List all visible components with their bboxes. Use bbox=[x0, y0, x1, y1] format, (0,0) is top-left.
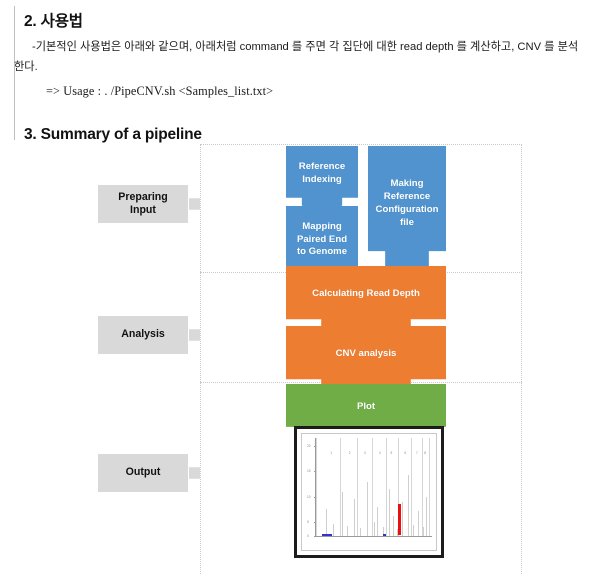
data-spike bbox=[407, 475, 409, 536]
data-spike bbox=[360, 528, 362, 536]
data-spike bbox=[367, 482, 369, 536]
section-2-heading: 2. 사용법 bbox=[24, 13, 83, 30]
data-spike bbox=[347, 526, 349, 536]
process-label: Calculating Read Depth bbox=[312, 287, 420, 299]
data-spike bbox=[401, 501, 403, 536]
y-axis-tick-mark bbox=[314, 536, 316, 537]
y-axis-tick-label: 5 bbox=[307, 520, 309, 525]
y-axis-tick-label: 0 bbox=[307, 534, 309, 538]
chromosome-separator bbox=[371, 438, 373, 536]
data-spike bbox=[422, 527, 424, 536]
chromosome-label: 3 bbox=[363, 451, 366, 455]
chromosome-separator bbox=[385, 438, 387, 536]
band-preparing-input bbox=[200, 144, 522, 272]
y-axis-tick-mark bbox=[314, 471, 316, 473]
stage-label-box: Preparing Input bbox=[98, 185, 188, 223]
pipeline-diagram: Reference Indexing Making Reference Configu… bbox=[200, 144, 522, 574]
data-spike bbox=[333, 524, 335, 536]
chromosome-label: 6 bbox=[404, 451, 407, 455]
process-label: Plot bbox=[356, 400, 376, 412]
result-plot-figure: 1 2 3 4 5 6 7 8 20 15 10 5 0 bbox=[294, 426, 444, 558]
stage-preparing-input: Preparing Input bbox=[98, 185, 215, 223]
process-label: Making Reference Configuration file bbox=[375, 178, 439, 228]
chromosome-label: 7 bbox=[416, 451, 418, 455]
stage-label-line2: Input bbox=[130, 204, 156, 216]
data-spike bbox=[426, 496, 428, 536]
chromosome-separator bbox=[316, 438, 317, 536]
data-spike bbox=[377, 506, 379, 536]
chromosome-label: 5 bbox=[390, 451, 393, 455]
deletion-marker bbox=[383, 534, 386, 536]
data-spike bbox=[418, 510, 420, 536]
section-2-paragraph: -기본적인 사용법은 아래와 같으며, 아래처럼 command 를 주면 각 … bbox=[14, 41, 579, 73]
plot-axes-area: 1 2 3 4 5 6 7 8 20 15 10 5 0 bbox=[307, 438, 432, 538]
duplication-marker bbox=[398, 503, 402, 535]
chromosome-separator bbox=[411, 438, 413, 536]
process-label: CNV analysis bbox=[335, 347, 397, 359]
stage-label-box: Analysis bbox=[98, 316, 188, 354]
chromosome-separator bbox=[356, 438, 358, 536]
y-axis-tick-mark bbox=[314, 522, 316, 524]
stage-label-line1: Analysis bbox=[121, 328, 165, 341]
data-spike bbox=[413, 525, 415, 536]
chromosome-separator bbox=[421, 438, 423, 536]
y-axis-tick-label: 15 bbox=[307, 469, 311, 474]
plot-inner-frame: 1 2 3 4 5 6 7 8 20 15 10 5 0 bbox=[301, 433, 437, 551]
stage-analysis: Analysis bbox=[98, 316, 215, 354]
process-label: Mapping Paired End to Genome bbox=[296, 220, 348, 258]
y-axis-tick-label: 10 bbox=[307, 494, 311, 499]
data-spike bbox=[392, 516, 394, 536]
chromosome-label: 4 bbox=[378, 451, 381, 455]
section-3-heading: 3. Summary of a pipeline bbox=[24, 125, 202, 143]
chromosome-separator bbox=[428, 438, 430, 536]
data-spike bbox=[374, 522, 375, 536]
data-spike bbox=[354, 498, 356, 536]
process-label: Reference Indexing bbox=[298, 161, 346, 185]
data-spike bbox=[326, 508, 328, 536]
chromosome-label: 8 bbox=[424, 451, 426, 455]
stage-output: Output bbox=[98, 454, 215, 492]
chromosome-label: 2 bbox=[348, 451, 351, 455]
stage-label-line1: Preparing bbox=[118, 190, 168, 203]
stage-label-box: Output bbox=[98, 454, 188, 492]
data-spike bbox=[389, 488, 391, 536]
document-body: 2. 사용법 -기본적인 사용법은 아래와 같으며, 아래처럼 command … bbox=[14, 12, 584, 151]
deletion-marker bbox=[321, 534, 333, 536]
y-axis-tick-mark bbox=[314, 445, 316, 447]
y-axis-tick-label: 20 bbox=[307, 443, 311, 448]
chromosome-label: 1 bbox=[330, 451, 332, 455]
stage-label-line1: Output bbox=[125, 466, 161, 479]
usage-command-line: => Usage : . /PipeCNV.sh <Samples_list.t… bbox=[46, 83, 274, 98]
data-spike bbox=[341, 491, 343, 536]
y-axis-tick-mark bbox=[314, 496, 316, 498]
